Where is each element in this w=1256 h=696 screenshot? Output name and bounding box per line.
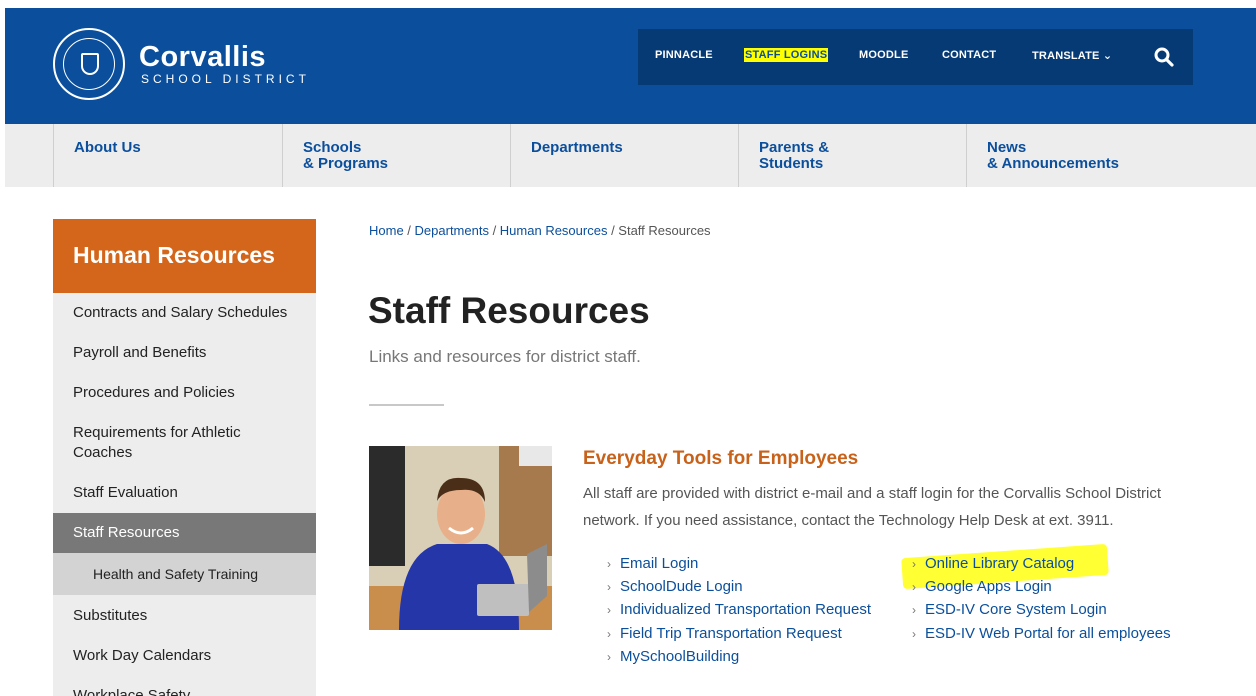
chevron-right-icon: › bbox=[912, 627, 916, 641]
breadcrumb-separator: / bbox=[488, 223, 500, 238]
nav-item-line2: & Announcements bbox=[987, 155, 1119, 172]
highlighted-label: STAFF LOGINS bbox=[744, 48, 829, 62]
sidebar-title[interactable]: Human Resources bbox=[53, 219, 316, 293]
nav-item-schools-programs[interactable]: Schools & Programs bbox=[282, 124, 510, 187]
main-nav: About Us Schools & Programs Departments … bbox=[5, 124, 1256, 187]
link-label: Email Login bbox=[620, 555, 699, 572]
link-esd-core-system-login[interactable]: › ESD-IV Core System Login bbox=[912, 600, 1107, 620]
breadcrumb: Home / Departments / Human Resources / S… bbox=[369, 223, 711, 238]
site-header: Corvallis SCHOOL DISTRICT PINNACLE STAFF… bbox=[5, 8, 1256, 124]
breadcrumb-separator: / bbox=[403, 223, 415, 238]
chevron-right-icon: › bbox=[607, 580, 611, 594]
link-label: MySchoolBuilding bbox=[620, 648, 740, 665]
utility-link-translate[interactable]: TRANSLATE ⌄ bbox=[1032, 49, 1112, 62]
sidebar-item-workplace-safety[interactable]: Workplace Safety bbox=[53, 675, 316, 696]
nav-item-departments[interactable]: Departments bbox=[510, 124, 738, 187]
breadcrumb-human-resources[interactable]: Human Resources bbox=[500, 223, 608, 238]
nav-item-line2: Students bbox=[759, 155, 824, 172]
breadcrumb-departments[interactable]: Departments bbox=[415, 223, 489, 238]
utility-nav: PINNACLE STAFF LOGINS MOODLE CONTACT TRA… bbox=[638, 29, 1193, 85]
chevron-right-icon: › bbox=[912, 580, 916, 594]
section-title: Everyday Tools for Employees bbox=[583, 448, 859, 469]
page-title: Staff Resources bbox=[368, 290, 650, 331]
chevron-right-icon: › bbox=[607, 627, 611, 641]
link-myschoolbuilding[interactable]: › MySchoolBuilding bbox=[607, 647, 739, 667]
chevron-right-icon: › bbox=[912, 603, 916, 617]
brand-subtitle: SCHOOL DISTRICT bbox=[141, 72, 310, 86]
sidebar-item-substitutes[interactable]: Substitutes bbox=[53, 595, 316, 635]
shield-icon bbox=[81, 53, 99, 75]
link-google-apps-login[interactable]: › Google Apps Login bbox=[912, 577, 1052, 597]
link-label: Field Trip Transportation Request bbox=[620, 625, 842, 642]
sidebar-item-staff-resources[interactable]: Staff Resources bbox=[53, 513, 316, 553]
district-seal-logo[interactable] bbox=[53, 28, 125, 100]
chevron-right-icon: › bbox=[607, 557, 611, 571]
nav-item-line1: About Us bbox=[74, 139, 141, 156]
breadcrumb-home[interactable]: Home bbox=[369, 223, 404, 238]
staff-photo bbox=[369, 446, 552, 630]
utility-link-moodle[interactable]: MOODLE bbox=[859, 49, 908, 61]
link-label: Online Library Catalog bbox=[925, 555, 1075, 572]
seal-inner-ring bbox=[63, 38, 115, 90]
link-email-login[interactable]: › Email Login bbox=[607, 554, 698, 574]
link-label: ESD-IV Core System Login bbox=[925, 601, 1107, 618]
sidebar-item-contracts[interactable]: Contracts and Salary Schedules bbox=[53, 293, 316, 333]
nav-item-line2: & Programs bbox=[303, 155, 389, 172]
chevron-right-icon: › bbox=[607, 603, 611, 617]
link-schooldude-login[interactable]: › SchoolDude Login bbox=[607, 577, 743, 597]
sidebar-item-health-safety-training[interactable]: Health and Safety Training bbox=[53, 553, 316, 595]
link-label: SchoolDude Login bbox=[620, 578, 743, 595]
title-divider bbox=[369, 404, 444, 406]
nav-item-line1: Parents & bbox=[759, 139, 830, 156]
link-label: Google Apps Login bbox=[925, 578, 1052, 595]
sidebar-item-staff-evaluation[interactable]: Staff Evaluation bbox=[53, 473, 316, 513]
section-body: All staff are provided with district e-m… bbox=[583, 485, 1162, 529]
search-icon[interactable] bbox=[1154, 47, 1174, 67]
sidebar-item-payroll[interactable]: Payroll and Benefits bbox=[53, 333, 316, 373]
nav-item-line1: News bbox=[987, 139, 1027, 156]
link-label: ESD-IV Web Portal for all employees bbox=[925, 625, 1171, 642]
browser-toolbar-strip bbox=[0, 0, 1256, 8]
nav-item-parents-students[interactable]: Parents & Students bbox=[738, 124, 966, 187]
breadcrumb-separator: / bbox=[607, 223, 619, 238]
breadcrumb-current: Staff Resources bbox=[618, 223, 711, 238]
brand-name[interactable]: Corvallis bbox=[139, 41, 266, 74]
link-esd-web-portal[interactable]: › ESD-IV Web Portal for all employees bbox=[912, 624, 1171, 644]
nav-item-news-announcements[interactable]: News & Announcements bbox=[966, 124, 1256, 187]
sidebar-item-procedures[interactable]: Procedures and Policies bbox=[53, 373, 316, 413]
chevron-down-icon: ⌄ bbox=[1102, 50, 1113, 62]
sidebar-item-athletic-coaches[interactable]: Requirements for Athletic Coaches bbox=[53, 413, 316, 473]
utility-link-pinnacle[interactable]: PINNACLE bbox=[655, 49, 713, 61]
nav-item-line1: Schools bbox=[303, 139, 362, 156]
sidebar-item-work-day-calendars[interactable]: Work Day Calendars bbox=[53, 635, 316, 675]
link-field-trip-transportation[interactable]: › Field Trip Transportation Request bbox=[607, 624, 842, 644]
nav-item-about-us[interactable]: About Us bbox=[53, 124, 282, 187]
translate-label: TRANSLATE bbox=[1032, 50, 1100, 62]
utility-link-staff-logins[interactable]: STAFF LOGINS bbox=[744, 48, 829, 62]
link-label: Individualized Transportation Request bbox=[620, 601, 871, 618]
chevron-right-icon: › bbox=[912, 557, 916, 571]
nav-item-line1: Departments bbox=[531, 139, 623, 156]
page-subtitle: Links and resources for district staff. bbox=[369, 347, 641, 366]
link-individualized-transportation[interactable]: › Individualized Transportation Request bbox=[607, 600, 871, 620]
chevron-right-icon: › bbox=[607, 650, 611, 664]
link-online-library-catalog[interactable]: › Online Library Catalog bbox=[912, 554, 1074, 574]
utility-link-contact[interactable]: CONTACT bbox=[942, 49, 996, 61]
